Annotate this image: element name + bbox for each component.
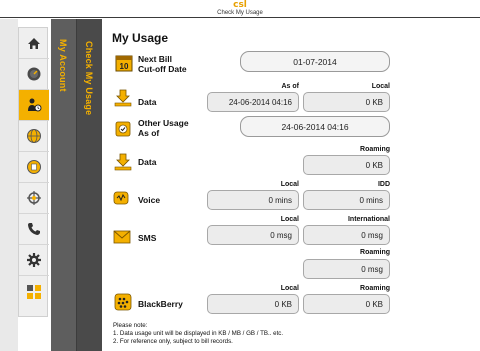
voice-label: Voice [138,195,161,205]
download-icon [114,153,132,171]
next-bill-line1: Next Bill [138,54,173,64]
roaming-header-sms: Roaming [360,249,390,256]
next-bill-line2: Cut-off Date [138,64,187,74]
sidebar-item-clock[interactable] [19,152,49,183]
usage-content: My Usage 10 Next Bill Cut-off Date 01-07… [102,19,480,351]
blackberry-icon [114,293,132,311]
next-bill-label: Next Bill Cut-off Date [138,54,187,74]
sidebar-item-phone[interactable] [19,214,49,245]
next-bill-date-value: 01-07-2014 [240,51,390,72]
apps-icon [27,284,41,299]
envelope-icon [113,230,131,244]
blackberry-label: BlackBerry [138,299,183,309]
voice-local-value: 0 mins [207,190,299,210]
data-asof-value: 24-06-2014 04:16 [207,92,299,112]
asof-header: As of [281,83,300,90]
blackberry-roaming-value: 0 KB [303,294,390,314]
clipboard-check-icon [115,121,131,137]
roaming-header-data: Roaming [360,146,390,153]
download-icon [114,89,132,107]
sms-local-value: 0 msg [207,225,299,245]
svg-text:10: 10 [120,62,129,71]
blackberry-local-value: 0 KB [207,294,299,314]
sms-roaming-value: 0 msg [303,259,390,279]
sms-label: SMS [138,233,157,243]
notes-line2: 2. For reference only, subject to bill r… [113,338,233,345]
gauge-icon [27,67,41,81]
data-label: Data [138,97,157,107]
data-roaming-label: Data [138,157,157,167]
left-gutter [0,19,18,351]
panel-check-my-usage[interactable]: Check My Usage [76,19,102,351]
globe-icon [27,129,41,143]
international-header: International [347,216,390,223]
data-local-value: 0 KB [303,92,390,112]
voice-idd-value: 0 mins [303,190,390,210]
sidebar-item-settings[interactable] [19,245,49,276]
data-roaming-value: 0 KB [303,155,390,175]
app-header: csl Check My Usage [0,0,480,18]
notes-line1: 1. Data usage unit will be displayed in … [113,330,284,337]
local-header-sms: Local [280,216,299,223]
usage-person-icon [28,98,42,112]
sidebar-item-home[interactable] [19,28,49,59]
sidebar-item-globe[interactable] [19,121,49,152]
voice-icon [113,191,129,205]
idd-header: IDD [377,181,390,188]
local-header-voice: Local [280,181,299,188]
roaming-header-blackberry: Roaming [360,285,390,292]
other-usage-line2: As of [138,128,160,138]
sidebar-item-gauge[interactable] [19,59,49,90]
phone-icon [28,223,40,235]
calendar-icon: 10 [115,55,133,72]
sms-international-value: 0 msg [303,225,390,245]
sidebar-item-apps[interactable] [19,276,49,307]
other-usage-line1: Other Usage [138,118,189,128]
sidebar-item-compass[interactable] [19,183,49,214]
local-header-blackberry: Local [280,285,299,292]
home-icon [28,37,40,49]
check-my-usage-label: Check My Usage [84,41,94,116]
brand-logo: csl [233,0,247,10]
notes-heading: Please note: [113,322,148,329]
icon-sidebar [18,27,49,317]
other-usage-asof-value: 24-06-2014 04:16 [240,116,390,137]
clock-icon [27,160,41,174]
other-usage-label: Other Usage As of [138,118,189,138]
page-title: My Usage [112,31,169,45]
local-header-data: Local [371,83,390,90]
gear-compass-icon [27,191,41,205]
page-subtitle: Check My Usage [217,10,263,16]
panel-my-account[interactable]: My Account [51,19,76,351]
sidebar-item-usage[interactable] [19,90,49,121]
settings-icon [27,253,41,267]
my-account-label: My Account [58,39,68,92]
